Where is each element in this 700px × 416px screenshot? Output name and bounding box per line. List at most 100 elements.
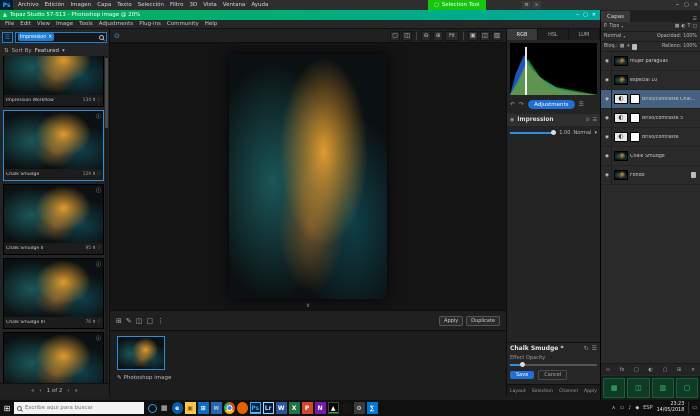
split-view-icon[interactable]: ◫	[480, 31, 490, 41]
preset-card[interactable]: ⓘ Chalk Smudge II 95 ⬆ ♡	[3, 184, 104, 255]
zoom-out-icon[interactable]: ⊖	[421, 31, 431, 41]
impression-section-header[interactable]: ◉ Impression ⊙ ☰	[507, 114, 600, 126]
opacity-slider[interactable]	[510, 132, 556, 134]
app-word-icon[interactable]: W	[276, 402, 287, 414]
collapse-chevron-icon[interactable]: ∨	[110, 302, 506, 310]
layer-effects-icon[interactable]: fx	[620, 367, 625, 373]
app-firefox-icon[interactable]	[237, 402, 248, 414]
app-settings-icon[interactable]: ⚙	[354, 402, 365, 414]
prev-page-icon[interactable]: ‹	[39, 388, 41, 394]
new-group-icon[interactable]: ▢	[663, 367, 668, 373]
close-icon[interactable]: ×	[694, 2, 698, 8]
topaz-titlebar[interactable]: ▲ Topaz Studio 57-S13 - Photoshop image …	[0, 10, 600, 20]
layer-row[interactable]: ◉ ◐ Brillo/contraste 5	[601, 109, 700, 128]
heart-icon[interactable]: ♡	[97, 172, 101, 177]
layer-mask-thumbnail[interactable]	[630, 94, 640, 104]
dock-tile-square-icon[interactable]: ▢	[676, 378, 698, 398]
last-page-icon[interactable]: »	[75, 388, 78, 394]
layer-thumbnail[interactable]	[614, 56, 628, 66]
lock-position-icon[interactable]: +	[626, 44, 630, 49]
delete-layer-icon[interactable]: ×	[691, 367, 695, 373]
app-onenote-icon[interactable]: N	[315, 402, 326, 414]
app-photoshop-icon[interactable]: Ps	[250, 402, 261, 414]
remove-tag-icon[interactable]: ×	[48, 35, 52, 40]
layer-name[interactable]: Chalk Smudge	[630, 154, 698, 159]
preview-toggle-icon[interactable]: ▢	[390, 31, 400, 41]
apply-button[interactable]: Apply	[439, 316, 463, 326]
menu-capa[interactable]: Capa	[97, 2, 111, 8]
heart-icon[interactable]: ♡	[97, 98, 101, 103]
layer-row[interactable]: ◉ mujer paraguas	[601, 52, 700, 71]
volume-icon[interactable]: ♪	[628, 405, 631, 411]
menu-ayuda[interactable]: Ayuda	[251, 2, 268, 8]
menu-file[interactable]: File	[5, 21, 14, 27]
filter-adjustment-icon[interactable]: ◐	[681, 24, 685, 29]
dock-tile-rows-icon[interactable]: ▥	[652, 378, 674, 398]
footer-layout[interactable]: Layout	[510, 389, 526, 394]
menu-seleccion[interactable]: Selección	[138, 2, 164, 8]
snapshot-icon[interactable]: ⊙	[585, 117, 589, 123]
layer-thumbnail[interactable]	[614, 151, 628, 161]
menu-view[interactable]: View	[37, 21, 50, 27]
new-layer-icon[interactable]: ⊞	[677, 367, 681, 373]
visibility-eye-icon[interactable]: ◉	[603, 109, 612, 127]
preset-search-input[interactable]: Impression ×	[15, 32, 107, 43]
lock-all-icon[interactable]	[632, 44, 637, 50]
search-icon[interactable]	[99, 35, 104, 40]
visibility-eye-icon[interactable]: ◉	[603, 71, 612, 89]
app-mail-icon[interactable]: ✉	[211, 402, 222, 414]
link-layers-icon[interactable]: ∞	[606, 367, 610, 373]
filter-kind-dropdown[interactable]: P. Tipo	[604, 24, 619, 29]
add-mask-icon[interactable]: □	[634, 367, 639, 373]
chevron-down-icon[interactable]: ▾	[621, 24, 623, 29]
app-edge-icon[interactable]: e	[172, 402, 183, 414]
layer-name[interactable]: especial 10	[630, 78, 698, 83]
fill-value[interactable]: 100%	[683, 44, 697, 49]
layer-name[interactable]: Brillo/contraste 5	[642, 116, 698, 121]
visibility-eye-icon[interactable]: ◉	[603, 52, 612, 70]
cortana-icon[interactable]	[148, 404, 157, 413]
menu-adjustments[interactable]: Adjustments	[99, 21, 133, 27]
selection-tool-badge[interactable]: ▢ Selection Tool	[428, 0, 486, 10]
menu-tools[interactable]: Tools	[79, 21, 93, 27]
capture-settings-icon[interactable]: ⚙	[522, 1, 531, 9]
opacity-value[interactable]: 100%	[683, 34, 697, 39]
tab-lum[interactable]: LUM	[569, 29, 600, 40]
layer-row-selected[interactable]: ◉ ◐ Brillo/contraste Chalk Smudge II	[601, 90, 700, 109]
layer-mask-thumbnail[interactable]	[630, 113, 640, 123]
visibility-eye-icon[interactable]: ◉	[603, 128, 612, 146]
fit-button[interactable]: Fit	[445, 31, 459, 41]
adjustment-layer-icon[interactable]: ◐	[614, 132, 628, 142]
layer-name[interactable]: Brillo/contraste	[642, 135, 698, 140]
color-picker-icon[interactable]: ⊙	[114, 32, 120, 40]
minimize-icon[interactable]: ─	[676, 2, 679, 8]
thumbs-up-icon[interactable]: ⬆	[92, 98, 96, 103]
footer-channel[interactable]: Channel	[559, 389, 578, 394]
menu-help[interactable]: Help	[205, 21, 218, 27]
chevron-down-icon[interactable]: ▾	[62, 48, 65, 54]
mask-tool-icon[interactable]: ◫	[136, 317, 143, 325]
info-icon[interactable]: ⓘ	[96, 261, 101, 268]
duplicate-button[interactable]: Duplicate	[466, 316, 500, 326]
taskbar-search[interactable]	[14, 402, 144, 414]
visibility-eye-icon[interactable]: ◉	[510, 117, 514, 123]
chevron-down-icon[interactable]: ▾	[594, 130, 597, 136]
layer-row[interactable]: ◉ especial 10	[601, 71, 700, 90]
preset-card-partial[interactable]: ⓘ	[3, 332, 104, 383]
close-icon[interactable]: ×	[592, 12, 596, 18]
menu-community[interactable]: Community	[167, 21, 199, 27]
app-excel-icon[interactable]: X	[289, 402, 300, 414]
panel-menu-icon[interactable]: ☰	[579, 101, 584, 108]
language-indicator[interactable]: ESP	[643, 405, 652, 411]
preset-thumbnail[interactable]	[4, 185, 103, 243]
undo-icon[interactable]: ↶	[510, 101, 515, 108]
thumbs-up-icon[interactable]: ⬆	[92, 320, 96, 325]
layer-row[interactable]: ◉ ◐ Brillo/contraste	[601, 128, 700, 147]
menu-texto[interactable]: Texto	[117, 2, 132, 8]
task-view-icon[interactable]: ▦	[161, 404, 168, 412]
heart-icon[interactable]: ♡	[97, 320, 101, 325]
preset-card[interactable]: ⓘ Chalk Smudge III 76 ⬆ ♡	[3, 258, 104, 329]
save-button[interactable]: Save	[510, 371, 534, 379]
keyboard-icon[interactable]: ▭	[619, 405, 624, 411]
effect-opacity-slider[interactable]	[510, 364, 597, 366]
